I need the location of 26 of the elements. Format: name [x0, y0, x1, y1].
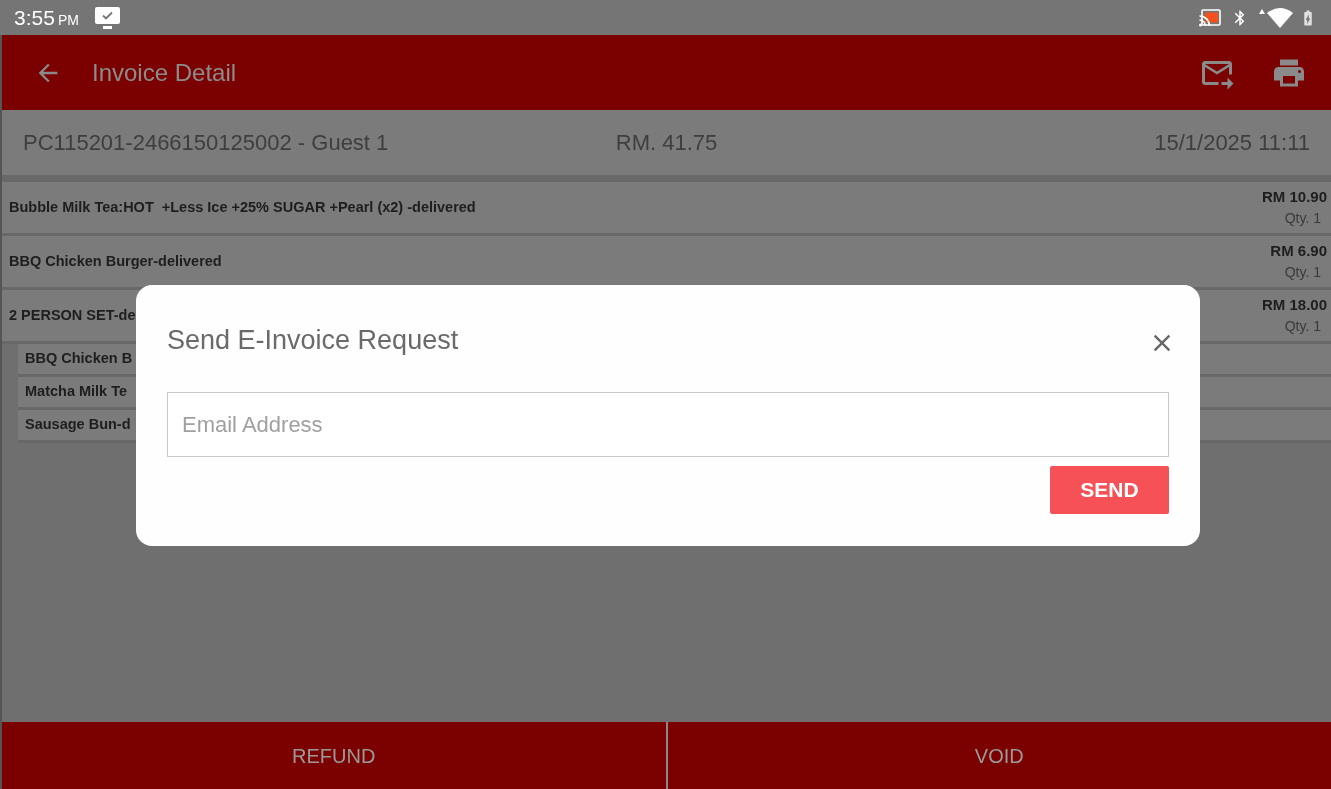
sub-item-name: BBQ Chicken B: [25, 349, 133, 369]
item-price: RM 6.90: [1270, 240, 1327, 261]
cast-connected-icon: [1199, 8, 1221, 27]
item-price: RM 10.90: [1261, 186, 1327, 207]
footer-action-button[interactable]: VOID: [667, 722, 1331, 789]
footer-action-button[interactable]: REFUND: [2, 722, 666, 789]
invoice-total: RM. 41.75: [614, 129, 719, 157]
email-input-field[interactable]: Email Address: [167, 392, 1169, 457]
item-name: BBQ Chicken Burger-delivered: [9, 251, 222, 271]
wifi-signal-icon: [1259, 7, 1295, 28]
item-name: 2 PERSON SET-de: [9, 305, 136, 325]
status-time: 3:55: [14, 7, 55, 28]
item-name: Bubble Milk Tea:HOT +Less Ice +25% SUGAR +Pearl (x2) -delivered: [9, 197, 476, 217]
invoice-number: PC115201-2466150125002 - Guest 1: [23, 129, 390, 157]
dialog-title: Send E-Invoice Request: [167, 323, 459, 357]
status-meridiem: PM: [57, 13, 79, 27]
item-quantity: Qty. 1: [1284, 316, 1321, 336]
item-quantity: Qty. 1: [1284, 208, 1321, 228]
item-quantity: Qty. 1: [1284, 262, 1321, 282]
sub-item-name: Matcha Milk Te: [25, 382, 128, 402]
sub-item-name: Sausage Bun-d: [25, 415, 131, 435]
item-price: RM 18.00: [1261, 294, 1327, 315]
send-button[interactable]: SEND: [1050, 466, 1169, 514]
monitor-check-icon: [94, 6, 120, 29]
page-title: Invoice Detail: [92, 57, 237, 88]
invoice-datetime: 15/1/2025 11:11: [1153, 129, 1310, 157]
